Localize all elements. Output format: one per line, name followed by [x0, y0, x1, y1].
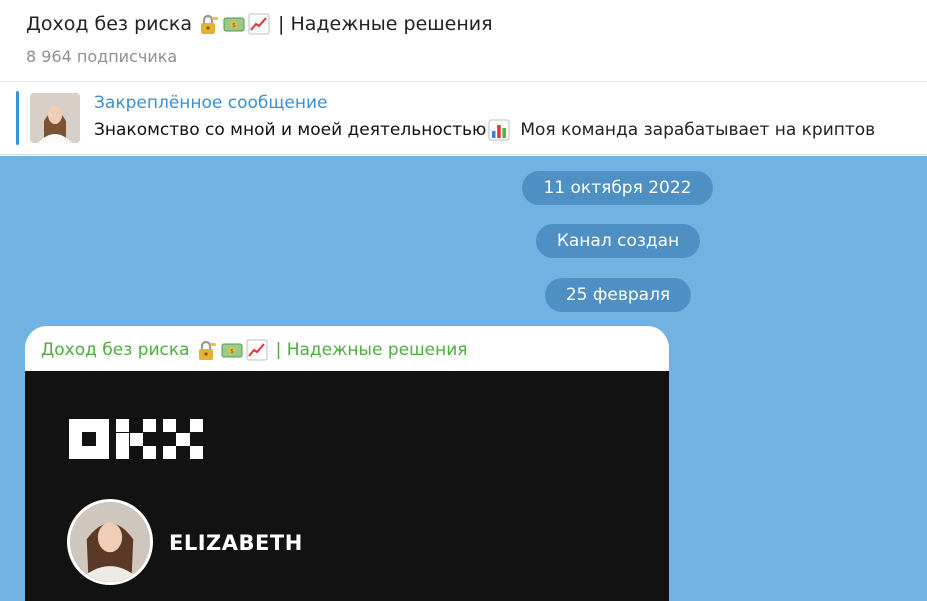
message-author-name: Доход без риска [41, 340, 190, 360]
message-author[interactable]: Доход без риска $ | Надежные решения [41, 339, 467, 361]
bar-chart-icon [488, 119, 510, 141]
channel-title-suffix: | Надежные решения [278, 13, 493, 35]
channel-title-text: Доход без риска [26, 13, 193, 35]
svg-text:$: $ [230, 348, 234, 355]
chat-header[interactable]: Доход без риска $ | Надежные решения 8 9… [0, 0, 927, 82]
lock-with-key-icon [196, 339, 218, 361]
message-media[interactable]: ELIZABETH [25, 371, 669, 601]
message-author-suffix: | Надежные решения [275, 340, 468, 360]
lock-with-key-icon [198, 13, 220, 35]
chart-increasing-icon [246, 339, 268, 361]
pinned-message-bar[interactable]: Закреплённое сообщение Знакомство со мно… [0, 83, 927, 155]
pinned-text-rest: Моя команда зарабатывает на криптов [520, 120, 876, 140]
pinned-thumbnail [30, 93, 80, 143]
channel-message[interactable]: Доход без риска $ | Надежные решения ELI… [25, 326, 669, 601]
service-message-pill: Канал создан [536, 224, 700, 258]
channel-title[interactable]: Доход без риска $ | Надежные решения [26, 13, 493, 35]
pinned-text-bold: Знакомство со мной и моей деятельностью [94, 120, 487, 140]
chart-increasing-icon [248, 13, 270, 35]
pinned-accent-bar [16, 91, 19, 145]
okx-logo [69, 419, 203, 465]
money-bill-icon: $ [221, 339, 243, 361]
chat-area[interactable]: 11 октября 2022 Канал создан 25 февраля … [0, 156, 927, 601]
money-bill-icon: $ [223, 13, 245, 35]
subscriber-count: 8 964 подписчика [26, 47, 178, 66]
pinned-label: Закреплённое сообщение [94, 93, 328, 113]
date-pill: 11 октября 2022 [522, 171, 713, 205]
svg-text:$: $ [232, 22, 236, 29]
profile-name: ELIZABETH [169, 531, 303, 555]
date-pill: 25 февраля [545, 278, 691, 312]
profile-avatar [67, 499, 153, 585]
pinned-preview: Знакомство со мной и моей деятельностью … [94, 119, 875, 141]
